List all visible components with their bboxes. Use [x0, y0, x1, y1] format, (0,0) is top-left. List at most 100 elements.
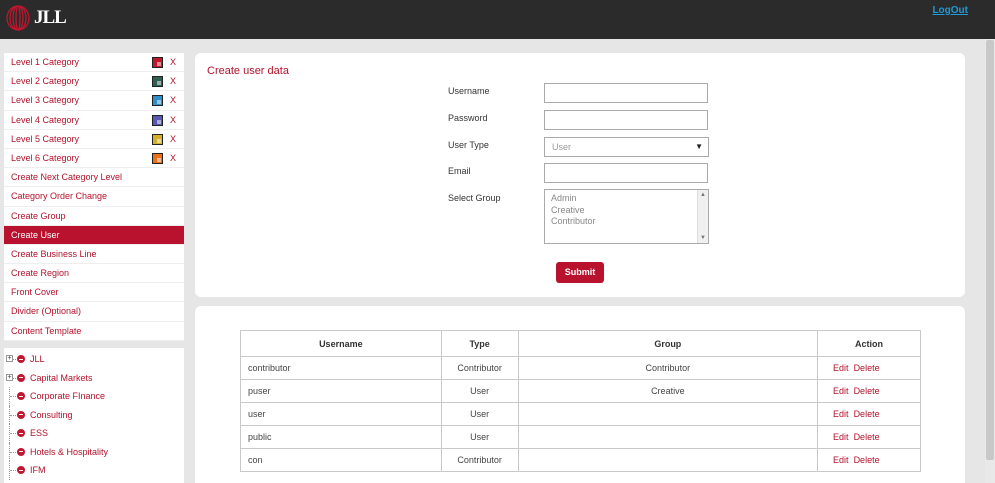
tree-node-ess[interactable]: ESS [4, 424, 184, 443]
scroll-up-icon[interactable]: ▲ [700, 192, 706, 198]
logout-link[interactable]: LogOut [932, 5, 968, 16]
cell-type: Contributor [440, 448, 519, 472]
tree-node-ifm[interactable]: IFM [4, 461, 184, 480]
column-header-group: Group [517, 330, 819, 357]
scroll-down-icon[interactable]: ▼ [700, 235, 706, 241]
sidebar-item-label: Level 5 Category [11, 133, 80, 144]
sidebar-item-category-order-change[interactable]: Category Order Change [4, 187, 184, 207]
tree-node-hotels-hospitality[interactable]: Hotels & Hospitality [4, 442, 184, 461]
cell-action: Edit Delete [817, 448, 921, 472]
group-option-admin[interactable]: Admin [551, 193, 708, 205]
color-swatch-icon[interactable] [152, 114, 163, 126]
table-row: public User Edit Delete [240, 425, 921, 449]
users-table: Username Type Group Action contributor C… [240, 330, 921, 472]
delete-level-2-button[interactable]: X [170, 72, 176, 91]
remove-circle-icon[interactable] [17, 355, 25, 363]
remove-circle-icon[interactable] [17, 392, 25, 400]
tree-node-capital-markets[interactable]: + Capital Markets [4, 369, 184, 388]
username-label: Username [448, 86, 490, 96]
usertype-label: User Type [448, 140, 489, 150]
color-swatch-icon[interactable] [152, 57, 163, 68]
delete-link[interactable]: Delete [854, 363, 880, 373]
tree-node-consulting[interactable]: Consulting [4, 405, 184, 424]
table-row: puser User Creative Edit Delete [240, 379, 921, 403]
sidebar-item-level-2-category[interactable]: Level 2 Category X [4, 72, 184, 92]
cell-type: Contributor [440, 356, 519, 380]
sidebar-item-level-6-category[interactable]: Level 6 Category X [4, 149, 184, 169]
remove-circle-icon[interactable] [17, 466, 25, 474]
group-option-contributor[interactable]: Contributor [551, 216, 708, 228]
sidebar-item-level-4-category[interactable]: Level 4 Category X [4, 111, 184, 130]
logo-rings-icon [6, 5, 30, 31]
sidebar-item-level-3-category[interactable]: Level 3 Category X [4, 91, 184, 111]
color-swatch-icon[interactable] [152, 76, 163, 88]
users-table-panel: Username Type Group Action contributor C… [195, 306, 965, 483]
column-header-username: Username [240, 330, 442, 357]
sidebar-item-level-1-category[interactable]: Level 1 Category X [4, 53, 184, 73]
tree-node-corporate-finance[interactable]: Corporate FInance [4, 387, 184, 406]
table-row: con Contributor Edit Delete [240, 448, 921, 472]
select-group-listbox[interactable]: Admin Creative Contributor ▲ ▼ [544, 189, 709, 244]
tree-node-jll[interactable]: + JLL [4, 350, 184, 369]
delete-level-5-button[interactable]: X [170, 130, 176, 149]
sidebar-item-level-5-category[interactable]: Level 5 Category X [4, 130, 184, 149]
sidebar-item-divider-optional[interactable]: Divider (Optional) [4, 302, 184, 322]
panel-title: Create user data [207, 65, 289, 77]
edit-link[interactable]: Edit [833, 386, 849, 396]
table-header-row: Username Type Group Action [240, 330, 921, 357]
tree-node-label: JLL [30, 354, 45, 364]
cell-action: Edit Delete [817, 402, 921, 426]
usertype-select[interactable]: User ▼ [544, 137, 709, 157]
delete-link[interactable]: Delete [854, 432, 880, 442]
cell-username: public [240, 425, 442, 449]
username-input[interactable] [544, 83, 708, 103]
cell-username: contributor [240, 356, 442, 380]
sidebar-item-create-next-category-level[interactable]: Create Next Category Level [4, 168, 184, 188]
submit-button[interactable]: Submit [556, 262, 604, 283]
page-scrollbar-thumb[interactable] [986, 40, 994, 460]
color-swatch-icon[interactable] [152, 95, 163, 107]
edit-link[interactable]: Edit [833, 432, 849, 442]
sidebar-item-label: Level 3 Category [11, 95, 80, 106]
sidebar-item-create-user[interactable]: Create User [4, 225, 184, 245]
sidebar-item-create-business-line[interactable]: Create Business Line [4, 245, 184, 265]
tree-node-label: ESS [30, 428, 49, 438]
remove-circle-icon[interactable] [17, 373, 25, 382]
password-input[interactable] [544, 110, 708, 130]
listbox-scrollbar[interactable]: ▲ ▼ [697, 190, 708, 243]
color-swatch-icon[interactable] [152, 152, 163, 164]
edit-link[interactable]: Edit [833, 455, 849, 465]
sidebar-item-content-template[interactable]: Content Template [4, 322, 184, 341]
sidebar-item-front-cover[interactable]: Front Cover [4, 283, 184, 303]
jll-logo: JLL [5, 5, 67, 31]
tree-node-label: IFM [30, 465, 46, 475]
delete-link[interactable]: Delete [854, 409, 880, 419]
remove-circle-icon[interactable] [17, 447, 25, 456]
sidebar-item-label: Level 1 Category [11, 57, 80, 67]
delete-level-3-button[interactable]: X [170, 91, 176, 110]
delete-link[interactable]: Delete [854, 455, 880, 465]
expand-plus-icon[interactable]: + [6, 373, 13, 381]
sidebar-item-create-region[interactable]: Create Region [4, 264, 184, 284]
remove-circle-icon[interactable] [17, 429, 25, 437]
expand-plus-icon[interactable]: + [6, 355, 13, 362]
email-input[interactable] [544, 163, 708, 183]
delete-level-6-button[interactable]: X [170, 149, 176, 168]
remove-circle-icon[interactable] [17, 410, 25, 419]
delete-level-1-button[interactable]: X [170, 53, 176, 72]
password-label: Password [448, 113, 488, 123]
sidebar-item-create-group[interactable]: Create Group [4, 207, 184, 226]
cell-group [517, 425, 819, 449]
cell-username: puser [240, 379, 442, 403]
tree-connector [10, 396, 16, 397]
color-swatch-icon[interactable] [152, 133, 163, 145]
cell-action: Edit Delete [817, 379, 921, 403]
sidebar-item-label: Level 6 Category [11, 152, 80, 163]
edit-link[interactable]: Edit [833, 409, 849, 419]
edit-link[interactable]: Edit [833, 363, 849, 373]
group-option-creative[interactable]: Creative [551, 205, 708, 217]
delete-link[interactable]: Delete [854, 386, 880, 396]
cell-action: Edit Delete [817, 356, 921, 380]
cell-group: Creative [517, 379, 819, 403]
delete-level-4-button[interactable]: X [170, 111, 176, 130]
